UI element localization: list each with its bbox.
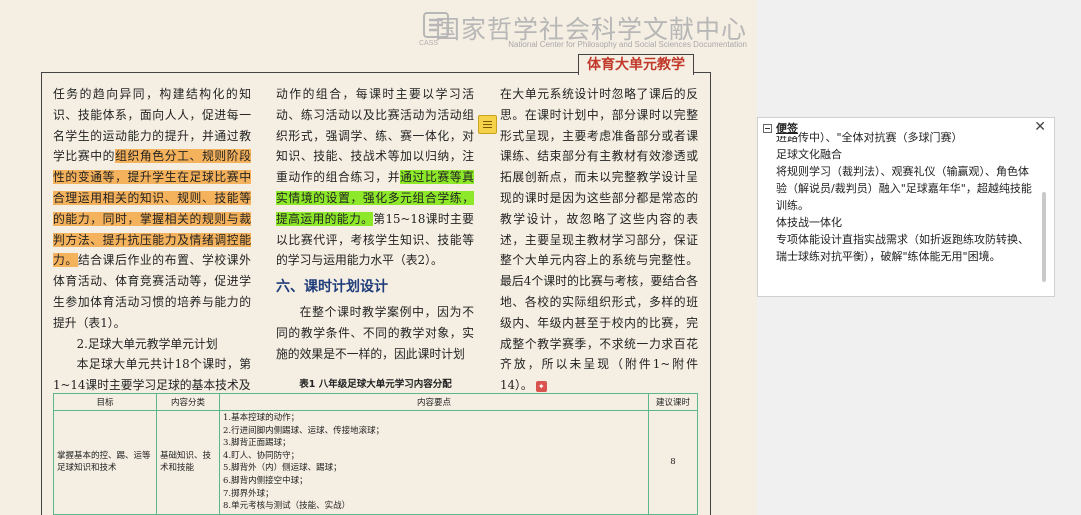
list-item: 7.掷界外球；	[223, 488, 274, 499]
paragraph: 在大单元系统设计时忽略了课后的反思。在课时计划中，部分课时以完整形式呈现，主要考…	[500, 84, 698, 396]
paragraph-text: 在大单元系统设计时忽略了课后的反思。在课时计划中，部分课时以完整形式呈现，主要考…	[500, 87, 698, 393]
list-item: 5.脚背外（内）侧运球、踢球；	[223, 463, 342, 474]
table-cell-hours: 8	[648, 410, 698, 515]
sticky-scrollbar[interactable]	[1042, 192, 1046, 282]
document-page: CASS 国家哲学社会科学文献中心 National Center for Ph…	[0, 0, 757, 515]
sticky-note-title: 便签	[776, 122, 798, 135]
list-item: 6.脚背内侧接空中球；	[223, 475, 308, 486]
collapse-icon[interactable]	[763, 123, 772, 133]
table-header: 内容分类	[156, 393, 220, 411]
table-header-row: 目标 内容分类 内容要点 建议课时	[53, 393, 698, 411]
table-cell-points: 1.基本控球的动作； 2.行进间脚内侧踢球、运球、传接地滚球； 3.脚背正面踢球…	[219, 410, 649, 515]
list-item: 8.单元考核与测试（技能、实战）	[223, 501, 351, 512]
orange-highlight[interactable]: 组织角色分工、规则阶段性的变通等，提升学生在足球比赛中合理运用相关的知识、规则、…	[53, 149, 251, 268]
table-cell-goal: 掌握基本的控、踢、运等足球知识和技术	[53, 410, 157, 515]
section-heading: 六、课时计划设计	[276, 279, 388, 296]
sticky-note-text[interactable]: 进路传中）、"全体对抗赛（多球门赛） 足球文化融合 将规则学习（裁判法）、观赛礼…	[776, 130, 1036, 265]
cass-logo: CASS 国家哲学社会科学文献中心 National Center for Ph…	[417, 10, 747, 52]
sticky-line: 将规则学习（裁判法）、观赛礼仪（输赢观）、角色体验（解说员/裁判员）融入"足球嘉…	[776, 165, 1032, 212]
section-title: 体育大单元教学	[578, 54, 694, 75]
list-item: 2.行进间脚内侧踢球、运球、传接地滚球；	[223, 425, 385, 436]
text-column-2: 动作的组合，每课时主要以学习活动、练习活动以及比赛活动为活动组织形式，强调学、练…	[276, 84, 474, 364]
close-icon[interactable]: ✕	[1034, 119, 1046, 135]
sticky-line: 专项体能设计直指实战需求（如折返跑练攻防转换、瑞士球练对抗平衡），破解"练体能无…	[776, 233, 1029, 263]
table-header: 建议课时	[648, 393, 698, 411]
text-column-3: 在大单元系统设计时忽略了课后的反思。在课时计划中，部分课时以完整形式呈现，主要考…	[500, 84, 698, 396]
sticky-note-popup[interactable]: 进路传中）、"全体对抗赛（多球门赛） 足球文化融合 将规则学习（裁判法）、观赛礼…	[757, 117, 1055, 297]
sticky-note-body[interactable]: 进路传中）、"全体对抗赛（多球门赛） 足球文化融合 将规则学习（裁判法）、观赛礼…	[758, 130, 1040, 290]
table-header: 内容要点	[219, 393, 649, 411]
sticky-line: 足球文化融合	[776, 148, 842, 161]
logo-en-text: National Center for Philosophy and Socia…	[508, 40, 747, 49]
sticky-note-header: 便签	[763, 120, 798, 136]
table-row: 掌握基本的控、踢、运等足球知识和技术 基础知识、技术和技能 1.基本控球的动作；…	[53, 410, 698, 515]
table-header: 目标	[53, 393, 157, 411]
content-table: 目标 内容分类 内容要点 建议课时 掌握基本的控、踢、运等足球知识和技术 基础知…	[53, 393, 698, 515]
paragraph: 在整个课时教学案例中，因为不同的教学条件、不同的教学对象，实施的效果是不一样的，…	[276, 304, 474, 361]
sticky-line: 体技战一体化	[776, 216, 842, 229]
list-item: 3.脚背正面踢球；	[223, 438, 291, 449]
subheading: 2.足球大单元教学单元计划	[76, 336, 218, 351]
list-item: 1.基本控球的动作；	[223, 413, 300, 423]
paragraph-text: 结合课后作业的布置、学校课外体育活动、体育竞赛活动等，促进学生参加体育活动习惯的…	[53, 253, 251, 330]
list-item: 4.盯人、协同防守；	[223, 450, 300, 461]
paragraph[interactable]: 任务的趋向异同，构建结构化的知识、技能体系，面向人人，促进每一名学生的运动能力的…	[53, 84, 251, 334]
note-icon[interactable]	[478, 115, 497, 134]
paragraph[interactable]: 动作的组合，每课时主要以学习活动、练习活动以及比赛活动为活动组织形式，强调学、练…	[276, 84, 474, 271]
sticky-line: 进路传中）、"全体对抗赛（多球门赛）	[776, 131, 963, 144]
table-caption: 表1 八年级足球大单元学习内容分配	[299, 379, 452, 390]
text-column-1: 任务的趋向异同，构建结构化的知识、技能体系，面向人人，促进每一名学生的运动能力的…	[53, 84, 251, 396]
table-cell-category: 基础知识、技术和技能	[156, 410, 220, 515]
